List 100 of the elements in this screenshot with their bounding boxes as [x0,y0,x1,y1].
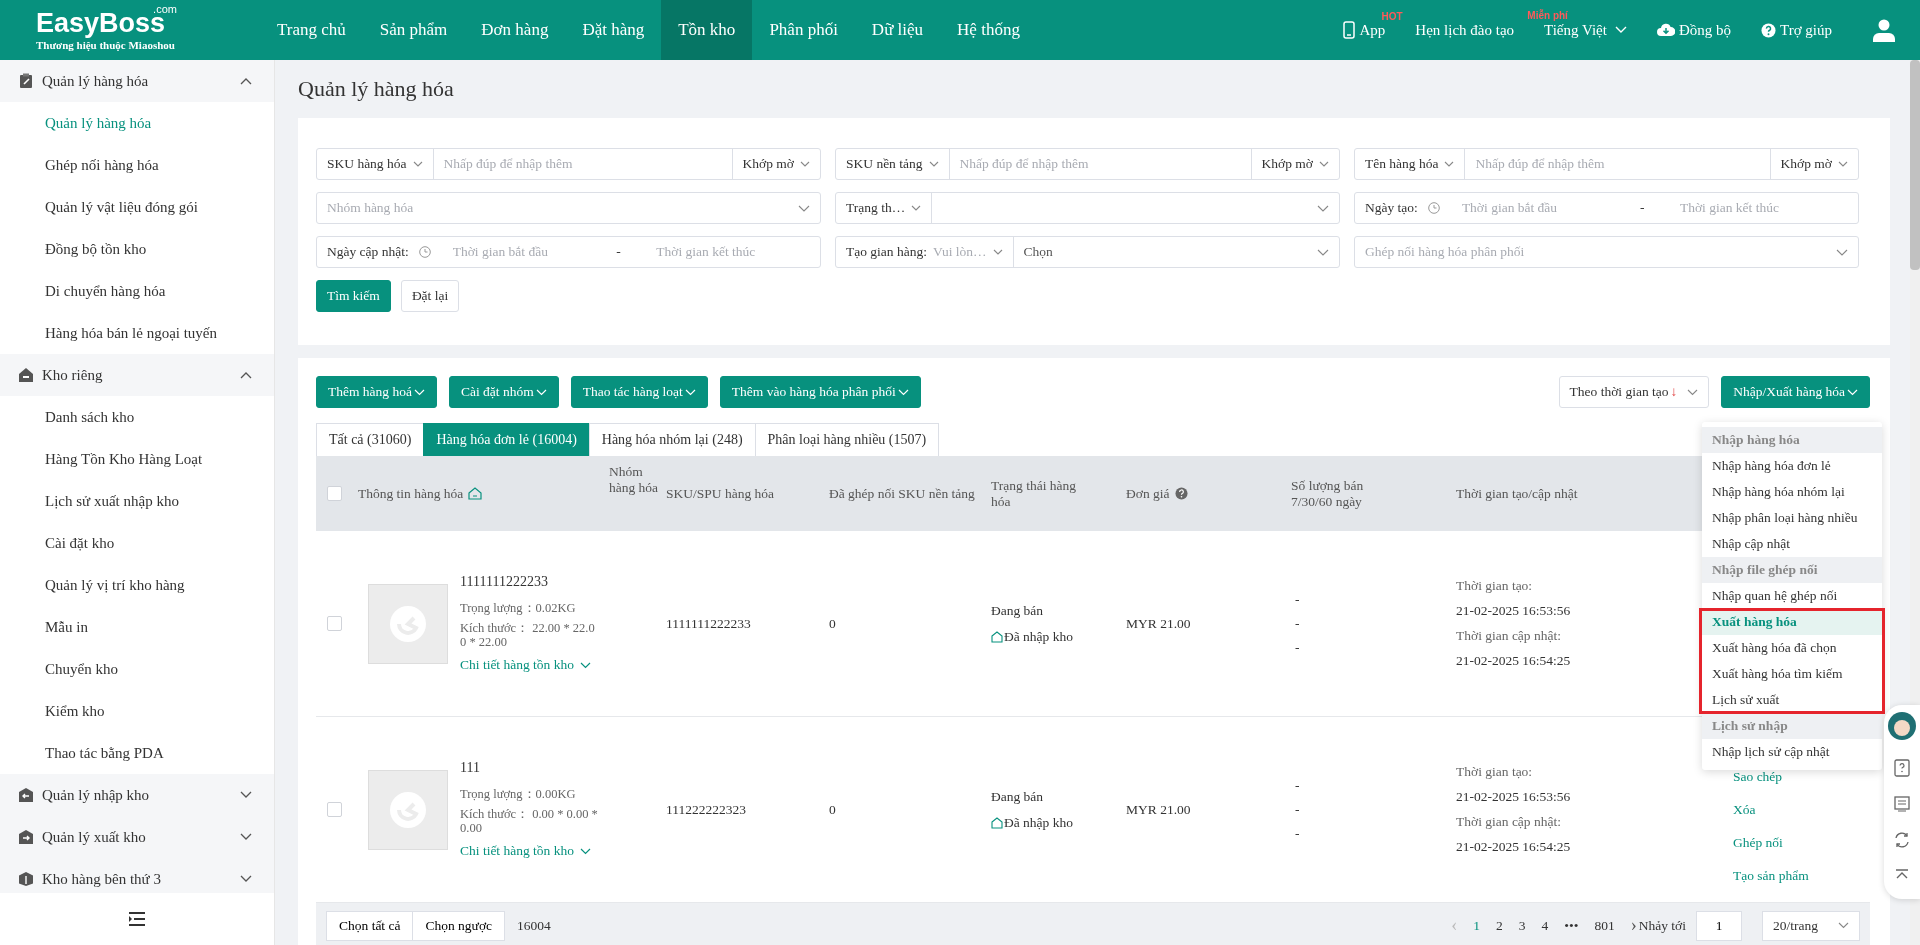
sidebar-item[interactable]: Thao tác bằng PDA [0,732,274,774]
tab[interactable]: Hàng hóa đơn lẻ (16004) [423,423,589,456]
weight-text: Trọng lượng：0.02KG [460,599,577,617]
row-action-link[interactable]: Xóa [1733,802,1756,818]
row-checkbox[interactable] [326,802,342,817]
status-select[interactable]: Tạo gian hàng: Vui lòn… [836,237,1014,267]
sidebar-group[interactable]: Kho riêng [0,354,274,396]
row-action-link[interactable]: Sao chép [1733,769,1783,785]
message-icon[interactable] [1893,795,1911,813]
sidebar-item[interactable]: Di chuyển hàng hóa [0,270,274,312]
nav-tab[interactable]: Trang chủ [260,0,363,60]
exchange-icon[interactable] [1893,831,1911,849]
page-number[interactable]: ••• [1556,917,1587,934]
sidebar-item[interactable]: Quản lý hàng hóa [0,102,274,144]
filter-field[interactable]: Tên hàng hóa Nhấp đúp để nhập thêm Khớp mờ [1354,148,1859,180]
sidebar-item[interactable]: Đồng bộ tồn kho [0,228,274,270]
next-page-button[interactable]: › [1622,915,1639,936]
sidebar-item[interactable]: Hàng Tồn Kho Hàng Loạt [0,438,274,480]
invert-selection-button[interactable]: Chọn ngược [413,910,506,941]
nav-tab[interactable]: Đơn hàng [464,0,566,60]
page-number[interactable]: 2 [1488,917,1511,934]
field-type-select[interactable]: SKU nền tảng [836,149,950,179]
sidebar-item[interactable]: Chuyển kho [0,648,274,690]
scrollbar-thumb[interactable] [1910,60,1920,270]
menu-item[interactable]: Nhập cập nhật [1702,531,1882,557]
match-select[interactable]: Khớp mờ [1250,149,1339,179]
status-select[interactable]: Trạng th… [836,193,933,223]
menu-item[interactable]: Xuất hàng hóa tìm kiếm [1702,661,1882,687]
filter-field[interactable]: Ngày cập nhật: Thời gian bắt đầu - Thời gian kết thúc [316,236,821,268]
action-dropdown-button[interactable]: Thao tác hàng loạt [570,376,708,408]
row-checkbox[interactable] [326,616,342,631]
menu-item[interactable]: Nhập hàng hóa nhóm lại [1702,479,1882,505]
select-all-button[interactable]: Chọn tất cả [326,910,414,941]
product-name: 1111111222233 [460,573,549,590]
house-icon[interactable] [468,487,483,500]
language-select[interactable]: Tiếng Việt [1544,21,1627,39]
sort-select[interactable]: Theo thời gian tạo↓ [1558,376,1710,408]
app-link[interactable]: App [1343,21,1386,39]
help-link[interactable]: Trợ giúp [1761,21,1832,39]
column-header: SKU/SPU hàng hóa [666,485,774,502]
sidebar-group[interactable]: Quản lý hàng hóa [0,60,274,102]
user-icon[interactable] [1872,18,1896,42]
help-document-icon[interactable] [1893,759,1911,777]
menu-item[interactable]: Xuất hàng hóa đã chọn [1702,635,1882,661]
page-number[interactable]: 801 [1586,917,1623,934]
reset-button[interactable]: Đặt lại [400,280,460,312]
action-dropdown-button[interactable]: Cài đặt nhóm [449,376,559,408]
training-link[interactable]: Hẹn lịch đào tạo [1415,21,1515,39]
sidebar-item[interactable]: Quản lý vị trí kho hàng [0,564,274,606]
menu-icon[interactable] [128,912,146,926]
row-action-link[interactable]: Tạo sản phẩm [1733,868,1809,884]
sidebar-group[interactable]: Quản lý nhập kho [0,774,274,816]
stock-detail-link[interactable]: Chi tiết hàng tồn kho [460,843,600,860]
caret-icon [1836,248,1848,256]
nav-tab[interactable]: Hệ thống [940,0,1037,60]
stock-detail-link[interactable]: Chi tiết hàng tồn kho [460,657,600,674]
sidebar-group[interactable]: Quản lý xuất kho [0,816,274,858]
match-select[interactable]: Khớp mờ [1769,149,1858,179]
assistant-avatar-icon[interactable] [1887,711,1917,741]
sidebar-item[interactable]: Kiểm kho [0,690,274,732]
nav-tab[interactable]: Tồn kho [661,0,753,60]
sidebar-item[interactable]: Quản lý vật liệu đóng gói [0,186,274,228]
filter-field[interactable]: Tạo gian hàng: Vui lòn… Chọn [835,236,1340,268]
menu-item[interactable]: Nhập phân loại hàng nhiều [1702,505,1882,531]
import-export-button[interactable]: Nhập/Xuất hàng hóa [1721,376,1870,408]
field-type-select[interactable]: SKU hàng hóa [317,149,434,179]
page-number[interactable]: 4 [1533,917,1557,934]
menu-item[interactable]: Nhập quan hệ ghép nối [1702,583,1882,609]
sales-value: - [1295,615,1300,632]
page-number[interactable]: 1 [1465,917,1489,934]
jump-input[interactable]: 1 [1696,910,1742,941]
sidebar-item[interactable]: Cài đặt kho [0,522,274,564]
menu-item[interactable]: Lịch sử xuất [1702,687,1882,713]
action-dropdown-button[interactable]: Thêm vào hàng hóa phân phối [719,376,921,408]
action-dropdown-button[interactable]: Thêm hàng hoá [316,376,437,408]
sidebar-item[interactable]: Danh sách kho [0,396,274,438]
menu-item[interactable]: Nhập lịch sử cập nhật [1702,739,1882,765]
nav-tab[interactable]: Đặt hàng [565,0,662,60]
sidebar-item[interactable]: Lịch sử xuất nhập kho [0,480,274,522]
filter-field[interactable]: SKU nền tảng Nhấp đúp để nhập thêm Khớp mờ [835,148,1340,180]
sync-link[interactable]: Đồng bộ [1656,21,1731,39]
help-icon[interactable] [1174,487,1188,500]
nav-tab[interactable]: Phân phối [752,0,855,60]
field-type-select[interactable]: Tên hàng hóa [1355,149,1466,179]
sidebar-item[interactable]: Mẫu in [0,606,274,648]
match-select[interactable]: Khớp mờ [731,149,820,179]
nav-tab[interactable]: Sản phẩm [362,0,465,60]
sidebar-item[interactable]: Ghép nối hàng hóa [0,144,274,186]
search-button[interactable]: Tìm kiếm [316,280,391,312]
menu-item[interactable]: Nhập hàng hóa đơn lẻ [1702,453,1882,479]
filter-field[interactable]: Ngày tạo: Thời gian bắt đầu - Thời gian kết thúc [1354,192,1859,224]
row-action-link[interactable]: Ghép nối [1733,835,1783,851]
checkbox[interactable] [326,486,342,501]
page-size-select[interactable]: 20/trang [1762,910,1860,941]
sidebar-group[interactable]: Kho hàng bên thứ 3 [0,858,274,893]
filter-field[interactable]: SKU hàng hóa Nhấp đúp để nhập thêm Khớp mờ [316,148,821,180]
filter-field[interactable]: Trạng th… [835,192,1340,224]
page-number[interactable]: 3 [1510,917,1534,934]
nav-tab[interactable]: Dữ liệu [854,0,941,60]
sidebar-item[interactable]: Hàng hóa bán lẻ ngoại tuyến [0,312,274,354]
